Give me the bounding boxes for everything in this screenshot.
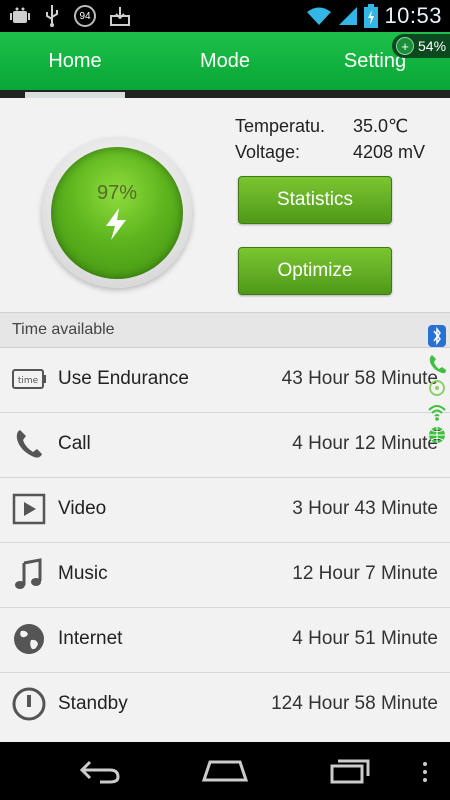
statistics-button[interactable]: Statistics xyxy=(238,176,392,224)
download-icon xyxy=(110,7,130,26)
list-item-value: 124 Hour 58 Minute xyxy=(271,693,438,714)
list-item-label: Use Endurance xyxy=(58,368,189,389)
svg-text:time: time xyxy=(18,376,39,386)
wifi-toggle-icon[interactable] xyxy=(427,402,447,422)
status-bar-right: 10:53 xyxy=(306,2,442,30)
phone-toggle-icon[interactable] xyxy=(427,352,447,376)
list-item-label: Video xyxy=(58,498,107,519)
voltage-value: 4208 mV xyxy=(353,142,426,162)
music-note-icon xyxy=(15,558,42,589)
wifi-icon xyxy=(307,7,332,25)
clock: 10:53 xyxy=(384,3,442,28)
badge-94-icon: 94 xyxy=(74,5,96,27)
bluetooth-toggle-icon[interactable] xyxy=(427,324,447,348)
recent-apps-icon[interactable] xyxy=(328,756,374,786)
data-toggle-icon[interactable] xyxy=(427,425,447,445)
list-item-music[interactable]: Music 12 Hour 7 Minute xyxy=(0,543,450,608)
time-available-header: Time available xyxy=(0,312,450,348)
signal-icon xyxy=(339,7,358,25)
time-badge-icon: time xyxy=(12,369,46,389)
video-play-icon xyxy=(12,493,46,525)
status-bar: 94 10:53 xyxy=(0,0,450,32)
battery-overlay-pill[interactable]: + 54% xyxy=(392,34,450,58)
quick-toggle-strip[interactable] xyxy=(426,324,448,446)
list-item-value: 4 Hour 51 Minute xyxy=(292,628,438,649)
globe-icon xyxy=(14,624,44,654)
android-debug-icon xyxy=(10,7,30,23)
usb-icon xyxy=(46,5,58,27)
list-item-value: 3 Hour 43 Minute xyxy=(292,498,438,519)
power-icon xyxy=(12,687,46,721)
list-item-video[interactable]: Video 3 Hour 43 Minute xyxy=(0,478,450,543)
list-item-value: 12 Hour 7 Minute xyxy=(292,563,438,584)
list-item-standby[interactable]: Standby 124 Hour 58 Minute xyxy=(0,673,450,742)
list-item-use-endurance[interactable]: time Use Endurance 43 Hour 58 Minute xyxy=(0,348,450,413)
system-nav-bar xyxy=(0,742,450,800)
list-item-label: Call xyxy=(58,433,91,454)
list-item-value: 4 Hour 12 Minute xyxy=(292,433,438,454)
list-item-label: Music xyxy=(58,563,108,584)
list-item-internet[interactable]: Internet 4 Hour 51 Minute xyxy=(0,608,450,673)
list-item-label: Standby xyxy=(58,693,128,714)
phone-icon xyxy=(16,430,42,458)
tab-mode[interactable]: Mode xyxy=(150,32,300,90)
temperature-value: 35.0℃ xyxy=(353,116,409,136)
plus-icon: + xyxy=(396,37,414,55)
gps-toggle-icon[interactable] xyxy=(427,378,447,398)
optimize-button[interactable]: Optimize xyxy=(238,247,392,295)
tab-home[interactable]: Home xyxy=(0,32,150,90)
overflow-menu-icon[interactable] xyxy=(420,760,430,784)
list-item-value: 43 Hour 58 Minute xyxy=(281,368,438,389)
battery-charging-icon xyxy=(364,4,379,28)
list-item-label: Internet xyxy=(58,628,123,649)
battery-percent: 97% xyxy=(96,182,138,204)
lightning-bolt-icon xyxy=(106,208,126,240)
battery-overlay-percent: 54% xyxy=(418,38,447,54)
voltage-label: Voltage: xyxy=(235,142,301,162)
home-icon[interactable] xyxy=(200,756,250,786)
back-icon[interactable] xyxy=(78,756,122,786)
list-item-call[interactable]: Call 4 Hour 12 Minute xyxy=(0,413,450,478)
status-bar-left: 94 xyxy=(10,4,130,28)
temperature-label: Temperatu. xyxy=(235,116,326,136)
